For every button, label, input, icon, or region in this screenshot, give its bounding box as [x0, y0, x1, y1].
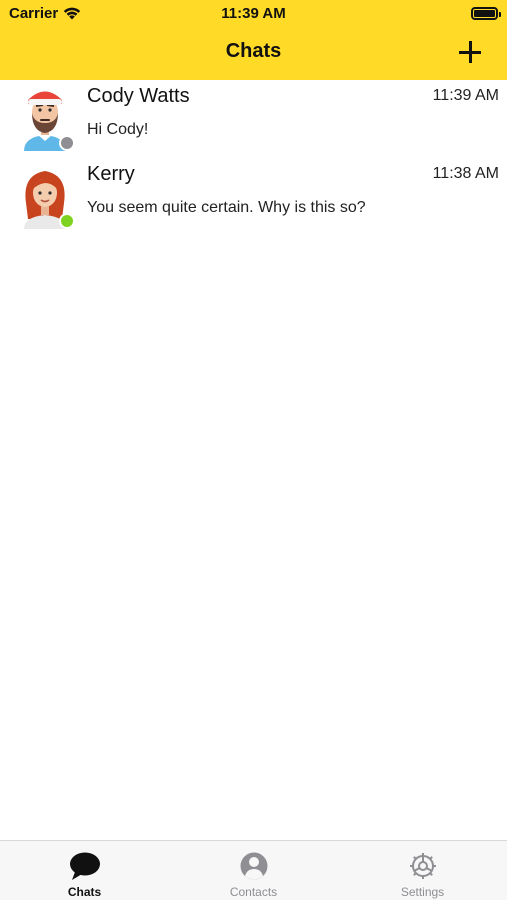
message-time: 11:39 AM — [432, 87, 499, 104]
contact-name: Cody Watts — [87, 85, 190, 107]
tab-settings[interactable]: Settings — [338, 841, 507, 900]
tab-label: Contacts — [229, 885, 278, 899]
message-preview: Hi Cody! — [87, 121, 149, 138]
tab-label: Chats — [67, 885, 102, 899]
message-time: 11:38 AM — [432, 165, 499, 182]
tab-label: Settings — [400, 885, 445, 899]
chat-list: Cody Watts 11:39 AM Hi Cody! Kerry 11:38… — [0, 80, 507, 236]
tab-chats[interactable]: Chats — [0, 841, 169, 900]
page-title: Chats — [225, 40, 282, 62]
chat-row-kerry[interactable]: Kerry 11:38 AM You seem quite certain. W… — [0, 158, 507, 236]
status-bar: Carrier 11:39 AM — [0, 0, 507, 28]
presence-dot — [59, 213, 75, 229]
plus-icon[interactable] — [457, 39, 483, 65]
battery-icon — [471, 7, 501, 20]
tab-bar: Chats Contacts Settings — [0, 840, 507, 900]
tab-contacts[interactable]: Contacts — [169, 841, 338, 900]
navigation-header: Carrier 11:39 AM Chats — [0, 0, 507, 80]
chat-row-cody-watts[interactable]: Cody Watts 11:39 AM Hi Cody! — [0, 80, 507, 158]
person-circle-icon — [240, 852, 267, 880]
message-preview: You seem quite certain. Why is this so? — [87, 199, 366, 216]
presence-dot — [59, 135, 75, 151]
chat-bubble-icon — [69, 852, 100, 880]
clock: 11:39 AM — [221, 5, 286, 22]
contact-name: Kerry — [87, 163, 135, 185]
gear-icon — [409, 853, 436, 879]
